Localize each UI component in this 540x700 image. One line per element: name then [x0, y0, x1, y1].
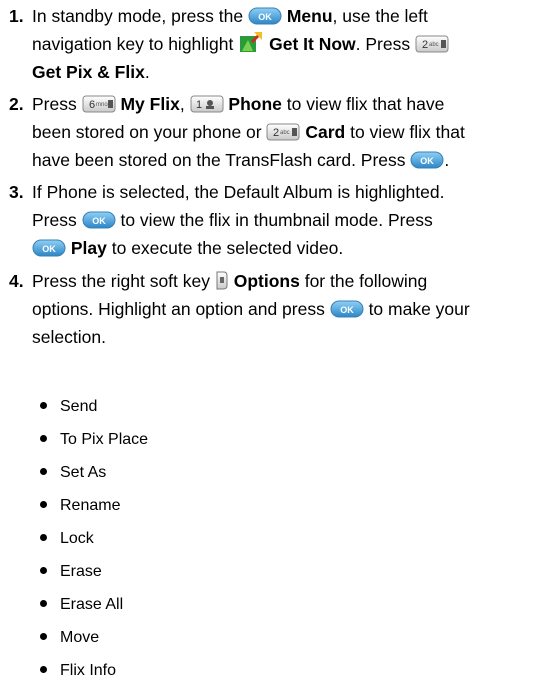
bullet-icon	[40, 501, 47, 508]
bullet-icon	[40, 567, 47, 574]
list-item: Flix Info	[40, 655, 116, 687]
ok-key-icon: OK	[410, 151, 444, 169]
list-item-label: Erase	[60, 563, 102, 580]
step-text: to view the flix in thumbnail mode. Pres…	[115, 210, 433, 230]
get-pix-flix-label: Get Pix & Flix	[32, 62, 145, 82]
ok-key-icon: OK	[330, 300, 364, 318]
list-item-label: To Pix Place	[60, 431, 149, 448]
ok-key-icon: OK	[82, 211, 116, 229]
options-label: Options	[233, 271, 300, 291]
list-item-label: Lock	[60, 530, 94, 547]
step-number: 4.	[9, 271, 24, 291]
list-item-label: Erase All	[60, 596, 124, 613]
svg-text:abc: abc	[280, 130, 290, 136]
my-flix-label: My Flix	[120, 94, 180, 114]
list-item: Erase	[40, 556, 102, 588]
list-item-label: Set As	[60, 464, 107, 481]
bullet-icon	[40, 435, 47, 442]
bullet-icon	[40, 468, 47, 475]
step-text: Press	[32, 210, 82, 230]
list-item-label: Rename	[60, 497, 121, 514]
bullet-icon	[40, 633, 47, 640]
svg-text:6: 6	[89, 99, 95, 111]
step-text: have been stored on the TransFlash card.…	[32, 150, 411, 170]
list-item: Send	[40, 391, 97, 423]
ok-key-icon: OK	[32, 239, 66, 257]
key-6-mno-icon: 6 mno	[82, 95, 116, 113]
step-text: selection.	[32, 327, 106, 347]
svg-text:2: 2	[422, 39, 428, 51]
step-text: options. Highlight an option and press	[32, 299, 330, 319]
list-item-label: Move	[60, 629, 100, 646]
svg-text:OK: OK	[340, 305, 354, 315]
step-text: to execute the selected video.	[106, 238, 344, 258]
step-text: Press the right soft key	[32, 271, 215, 291]
svg-text:OK: OK	[421, 156, 435, 166]
bullet-icon	[40, 666, 47, 673]
bullet-icon	[40, 534, 47, 541]
list-item: Move	[40, 622, 99, 654]
step-text: Press	[32, 94, 82, 114]
list-item-label: Flix Info	[60, 662, 117, 679]
bullet-icon	[40, 600, 47, 607]
step-number: 2.	[9, 94, 24, 114]
svg-text:OK: OK	[42, 244, 56, 254]
list-item-label: Send	[60, 398, 98, 415]
phone-label: Phone	[228, 94, 282, 114]
list-item: Rename	[40, 490, 120, 522]
step-text: .	[144, 62, 150, 82]
key-2-abc-icon: 2 abc	[415, 35, 449, 53]
step-number: 3.	[9, 182, 24, 202]
step-text: , use the left	[332, 6, 428, 26]
svg-text:OK: OK	[92, 216, 106, 226]
manual-page: 1. In standby mode, press the OK Menu, u…	[0, 0, 540, 700]
step-text: to view flix that have	[281, 94, 445, 114]
step-text: to view flix that	[345, 122, 465, 142]
step-text: navigation key to highlight	[32, 34, 239, 54]
get-it-now-label: Get It Now	[269, 34, 356, 54]
bullet-icon	[40, 402, 47, 409]
key-2-abc-icon: 2 abc	[266, 123, 300, 141]
step-text: been stored on your phone or	[32, 122, 267, 142]
step-text: In standby mode, press the	[32, 6, 248, 26]
step-text: .	[444, 150, 450, 170]
get-it-now-icon	[240, 32, 263, 52]
list-item: To Pix Place	[40, 424, 148, 456]
svg-text:abc: abc	[429, 42, 439, 48]
svg-text:OK: OK	[258, 12, 272, 22]
step-text: . Press	[355, 34, 415, 54]
step-text: for the following	[299, 271, 428, 291]
ok-key-icon: OK	[248, 7, 282, 25]
list-item: Lock	[40, 523, 94, 555]
list-item: Set As	[40, 457, 106, 489]
play-label: Play	[70, 238, 107, 258]
menu-label: Menu	[286, 6, 333, 26]
right-soft-key-icon	[216, 271, 228, 290]
svg-text:mno: mno	[96, 102, 108, 108]
step-text: to make your	[363, 299, 470, 319]
svg-text:1: 1	[196, 99, 202, 111]
key-1-icon: 1	[190, 95, 224, 113]
svg-text:2: 2	[273, 127, 279, 139]
step-text: If Phone is selected, the Default Album …	[32, 182, 445, 202]
step-number: 1.	[9, 6, 24, 26]
step-text: ,	[179, 94, 190, 114]
card-label: Card	[305, 122, 346, 142]
list-item: Erase All	[40, 589, 123, 621]
